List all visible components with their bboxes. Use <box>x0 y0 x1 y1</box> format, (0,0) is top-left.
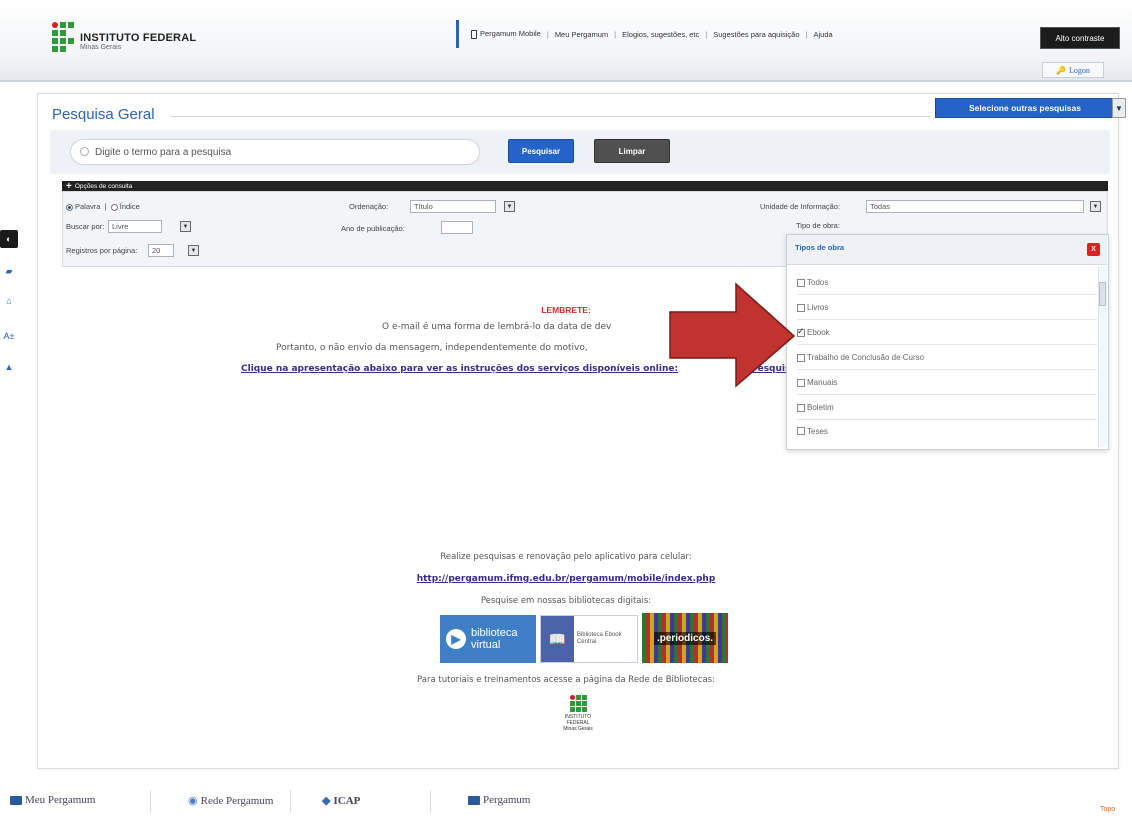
options-header[interactable]: + Opções de consulta <box>62 180 1108 192</box>
tipo-option[interactable]: Manuais <box>797 371 1097 395</box>
tipo-option-label: Manuais <box>807 378 838 387</box>
logo-subtitle: Minas Gerais <box>80 44 122 51</box>
nav-meu-pergamum[interactable]: Meu Pergamum <box>549 30 614 39</box>
red-arrow-icon <box>669 282 796 388</box>
checkbox[interactable] <box>797 353 805 362</box>
high-contrast-button[interactable]: Alto contraste <box>1040 27 1120 49</box>
checkbox[interactable] <box>797 403 805 412</box>
folder-icon[interactable]: ▰ <box>0 262 18 280</box>
unidade-label: Unidade de Informação: <box>760 202 841 211</box>
instructions-link[interactable]: Clique na apresentação abaixo para ver a… <box>241 364 678 374</box>
footer-pergamum[interactable]: Pergamum <box>468 794 530 806</box>
digital-libraries-text: Pesquise em nossas bibliotecas digitais: <box>480 596 652 606</box>
chevron-down-icon[interactable]: ▼ <box>188 245 199 256</box>
footer-icap[interactable]: ◆ ICAP <box>322 794 360 808</box>
dropdown-title: Tipos de obra <box>795 243 845 252</box>
unidade-select[interactable]: Todas <box>866 200 1084 213</box>
other-searches-select[interactable]: Selecione outras pesquisas <box>935 98 1115 118</box>
buscar-por-select[interactable]: Livre <box>108 220 162 233</box>
biblioteca-virtual-link[interactable]: ▶ biblioteca virtual <box>440 615 536 663</box>
footer-meu-pergamum[interactable]: Meu Pergamum <box>10 794 95 806</box>
registros-select[interactable]: 20 <box>148 244 174 257</box>
radio-indice[interactable] <box>110 203 118 211</box>
clear-button[interactable]: Limpar <box>594 139 670 163</box>
biblioteca-virtual-icon: ▶ <box>446 629 466 649</box>
tipo-option[interactable]: Todos <box>797 271 1097 295</box>
footer <box>0 780 1132 822</box>
login-button[interactable]: 🔑 Logon <box>1042 62 1104 78</box>
nav-pergamum-mobile[interactable]: Pergamum Mobile <box>465 29 547 39</box>
logo-mark-icon <box>52 22 74 52</box>
tipo-option[interactable]: Teses <box>797 421 1097 441</box>
pergamum-logo-icon <box>10 795 22 805</box>
contrast-icon[interactable]: ◐ <box>0 230 18 248</box>
search-input[interactable]: Digite o termo para a pesquisa <box>70 139 480 165</box>
tipo-option-label: Livros <box>807 303 829 312</box>
tipo-option-label: Ebook <box>807 328 830 337</box>
close-icon[interactable]: X <box>1087 243 1100 256</box>
checkbox[interactable] <box>797 326 805 337</box>
tipo-option-label: Boletim <box>807 403 834 412</box>
scrollbar-thumb[interactable] <box>1099 282 1106 306</box>
chevron-down-icon[interactable]: ▼ <box>180 221 191 232</box>
ano-input[interactable] <box>441 221 473 234</box>
up-arrow-icon[interactable]: ▲ <box>0 358 18 376</box>
radio-palavra[interactable] <box>66 203 73 211</box>
search-icon <box>80 147 89 156</box>
tipo-option[interactable]: Livros <box>797 296 1097 320</box>
ano-label: Ano de publicação: <box>341 224 405 233</box>
tipo-option-label: Trabalho de Conclusão de Curso <box>807 353 925 362</box>
back-to-top-link[interactable]: Topo <box>1100 806 1115 813</box>
ebook-central-link[interactable]: 📖 Biblioteca Ebook Central <box>540 615 638 663</box>
book-icon: 📖 <box>541 616 574 662</box>
nav-ajuda[interactable]: Ajuda <box>807 30 838 39</box>
globe-icon: ◉ <box>188 795 198 807</box>
periodicos-link[interactable]: .periodicos. <box>642 613 728 663</box>
page-title: Pesquisa Geral <box>52 106 159 123</box>
title-divider <box>170 116 930 117</box>
search-mode-radios: Palavra | Índice <box>66 202 140 211</box>
ordenacao-label: Ordenação: <box>349 202 389 211</box>
chevron-down-icon[interactable]: ▼ <box>504 201 515 212</box>
chevron-down-icon[interactable]: ▼ <box>1112 98 1126 118</box>
pergamum-logo-icon <box>468 795 480 805</box>
reminder-line-2: Portanto, o não envio da mensagem, indep… <box>276 343 588 353</box>
app-text: Realize pesquisas e renovação pelo aplic… <box>440 552 692 562</box>
checkbox[interactable] <box>797 278 805 287</box>
rede-bibliotecas-logo[interactable]: INSTITUTO FEDERAL Minas Gerais <box>558 695 598 749</box>
ifmg-logo-icon <box>569 695 587 712</box>
nav-elogios[interactable]: Elogios, sugestões, etc <box>616 30 705 39</box>
registros-label: Registros por página: <box>66 246 138 255</box>
institution-logo[interactable]: INSTITUTO FEDERAL Minas Gerais <box>52 22 196 52</box>
reminder-line-1: O e-mail é uma forma de lembrá-lo da dat… <box>382 322 612 332</box>
ordenacao-select[interactable]: Título <box>410 200 496 213</box>
icap-logo-icon: ◆ <box>322 795 331 807</box>
logo-title: INSTITUTO FEDERAL <box>80 32 197 44</box>
tipo-option[interactable]: Trabalho de Conclusão de Curso <box>797 346 1097 370</box>
chevron-down-icon[interactable]: ▼ <box>1090 201 1101 212</box>
tipo-option[interactable]: Ebook <box>797 321 1097 345</box>
buscar-por-label: Buscar por: <box>66 222 105 231</box>
top-nav: Pergamum Mobile | Meu Pergamum | Elogios… <box>456 20 839 48</box>
search-button[interactable]: Pesquisar <box>508 139 574 163</box>
footer-rede-pergamum[interactable]: ◉ Rede Pergamum <box>188 794 273 808</box>
tipo-option-label: Teses <box>807 426 828 436</box>
checkbox[interactable] <box>797 378 805 387</box>
tutorial-text: Para tutoriais e treinamentos acesse a p… <box>417 675 715 685</box>
checkbox[interactable] <box>797 427 805 435</box>
text-size-icon[interactable]: A± <box>0 327 18 345</box>
tipo-option[interactable]: Boletim <box>797 396 1097 420</box>
tipo-label: Tipo de obra: <box>796 221 840 230</box>
mobile-phone-icon <box>471 29 477 39</box>
mobile-app-link[interactable]: http://pergamum.ifmg.edu.br/pergamum/mob… <box>0 574 1132 584</box>
key-icon: 🔑 <box>1056 65 1067 75</box>
checkbox[interactable] <box>797 303 805 312</box>
expand-plus-icon: + <box>66 180 72 192</box>
nav-sugestoes[interactable]: Sugestões para aquisição <box>707 30 805 39</box>
tipo-option-label: Todos <box>807 278 829 287</box>
